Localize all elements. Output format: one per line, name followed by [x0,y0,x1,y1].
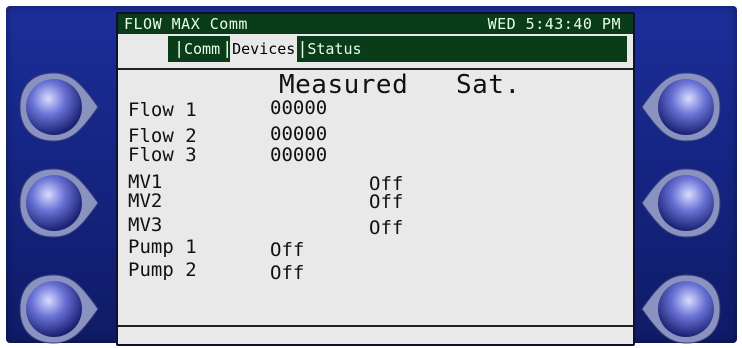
tab-status[interactable]: Status [305,36,363,62]
tab-devices[interactable]: Devices [230,36,298,62]
soft-button-arrow-right-icon [19,274,99,344]
title-bar: FLOW MAX Comm WED 5:43:40 PM [118,14,633,34]
soft-button-arrow-left-icon [641,274,721,344]
soft-button-arrow-right-icon [19,168,99,238]
row-sat-mv3: Off [369,217,404,239]
left-soft-button-1[interactable] [14,70,100,144]
tab-separator: | [174,39,185,59]
row-measured-pump-1: Off [270,239,305,261]
row-label-mv3: MV3 [128,214,163,236]
lcd-screen: FLOW MAX Comm WED 5:43:40 PM | Comm | De… [116,12,635,346]
soft-button-arrow-left-icon [641,72,721,142]
tab-separator: | [297,39,308,59]
app-title: FLOW MAX Comm [124,15,248,33]
column-header-sat: Sat. [456,70,521,100]
row-measured-flow-1: 00000 [270,97,328,119]
right-soft-button-2[interactable] [640,166,726,240]
row-label-mv2: MV2 [128,190,163,212]
tab-comm[interactable]: Comm [182,36,222,62]
divider-bottom [118,325,633,327]
clock: WED 5:43:40 PM [487,15,621,33]
right-soft-button-1[interactable] [640,70,726,144]
row-label-flow-1: Flow 1 [128,99,197,121]
tab-separator: | [222,39,233,59]
left-soft-button-3[interactable] [14,272,100,346]
tab-bar: | Comm | Devices | Status [168,36,627,62]
row-measured-pump-2: Off [270,262,305,284]
row-measured-flow-3: 00000 [270,144,328,166]
row-label-pump-1: Pump 1 [128,236,197,258]
column-header-measured: Measured [279,70,409,100]
soft-button-arrow-left-icon [641,168,721,238]
row-label-pump-2: Pump 2 [128,259,197,281]
soft-button-arrow-right-icon [19,72,99,142]
row-measured-flow-2: 00000 [270,123,328,145]
row-sat-mv2: Off [369,191,404,213]
right-soft-button-3[interactable] [640,272,726,346]
row-label-flow-3: Flow 3 [128,144,197,166]
left-soft-button-2[interactable] [14,166,100,240]
